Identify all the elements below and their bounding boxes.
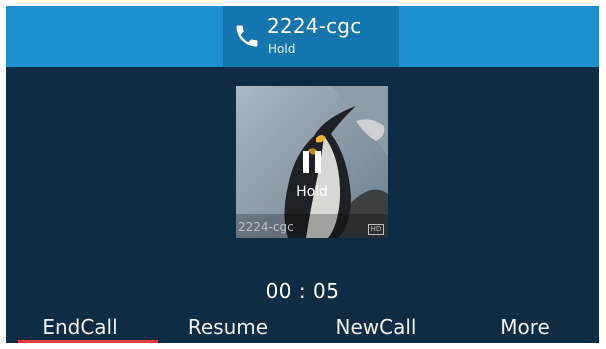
more-button[interactable]: More [451,315,599,339]
selection-indicator [18,340,158,343]
call-timer: 00 : 05 [265,279,340,303]
hd-badge: HD [368,224,384,235]
call-title: 2224-cgc [267,14,362,38]
status-bar: 2224-cgc Hold [6,6,599,67]
softkey-bar: EndCall Resume NewCall More [6,315,599,343]
caller-name-overlay: 2224-cgc [238,220,294,234]
hold-label: Hold [296,184,328,200]
resume-button[interactable]: Resume [154,315,302,339]
call-title-block: 2224-cgc Hold [223,6,399,67]
call-status: Hold [268,42,296,56]
endcall-button[interactable]: EndCall [6,315,154,339]
phone-icon [236,25,258,47]
newcall-button[interactable]: NewCall [302,315,450,339]
pause-icon [303,151,321,173]
phone-screen: 2224-cgc Hold Hold 2224-cgc HD 00: 05 E… [6,6,599,343]
contact-avatar: Hold 2224-cgc HD [236,86,388,238]
